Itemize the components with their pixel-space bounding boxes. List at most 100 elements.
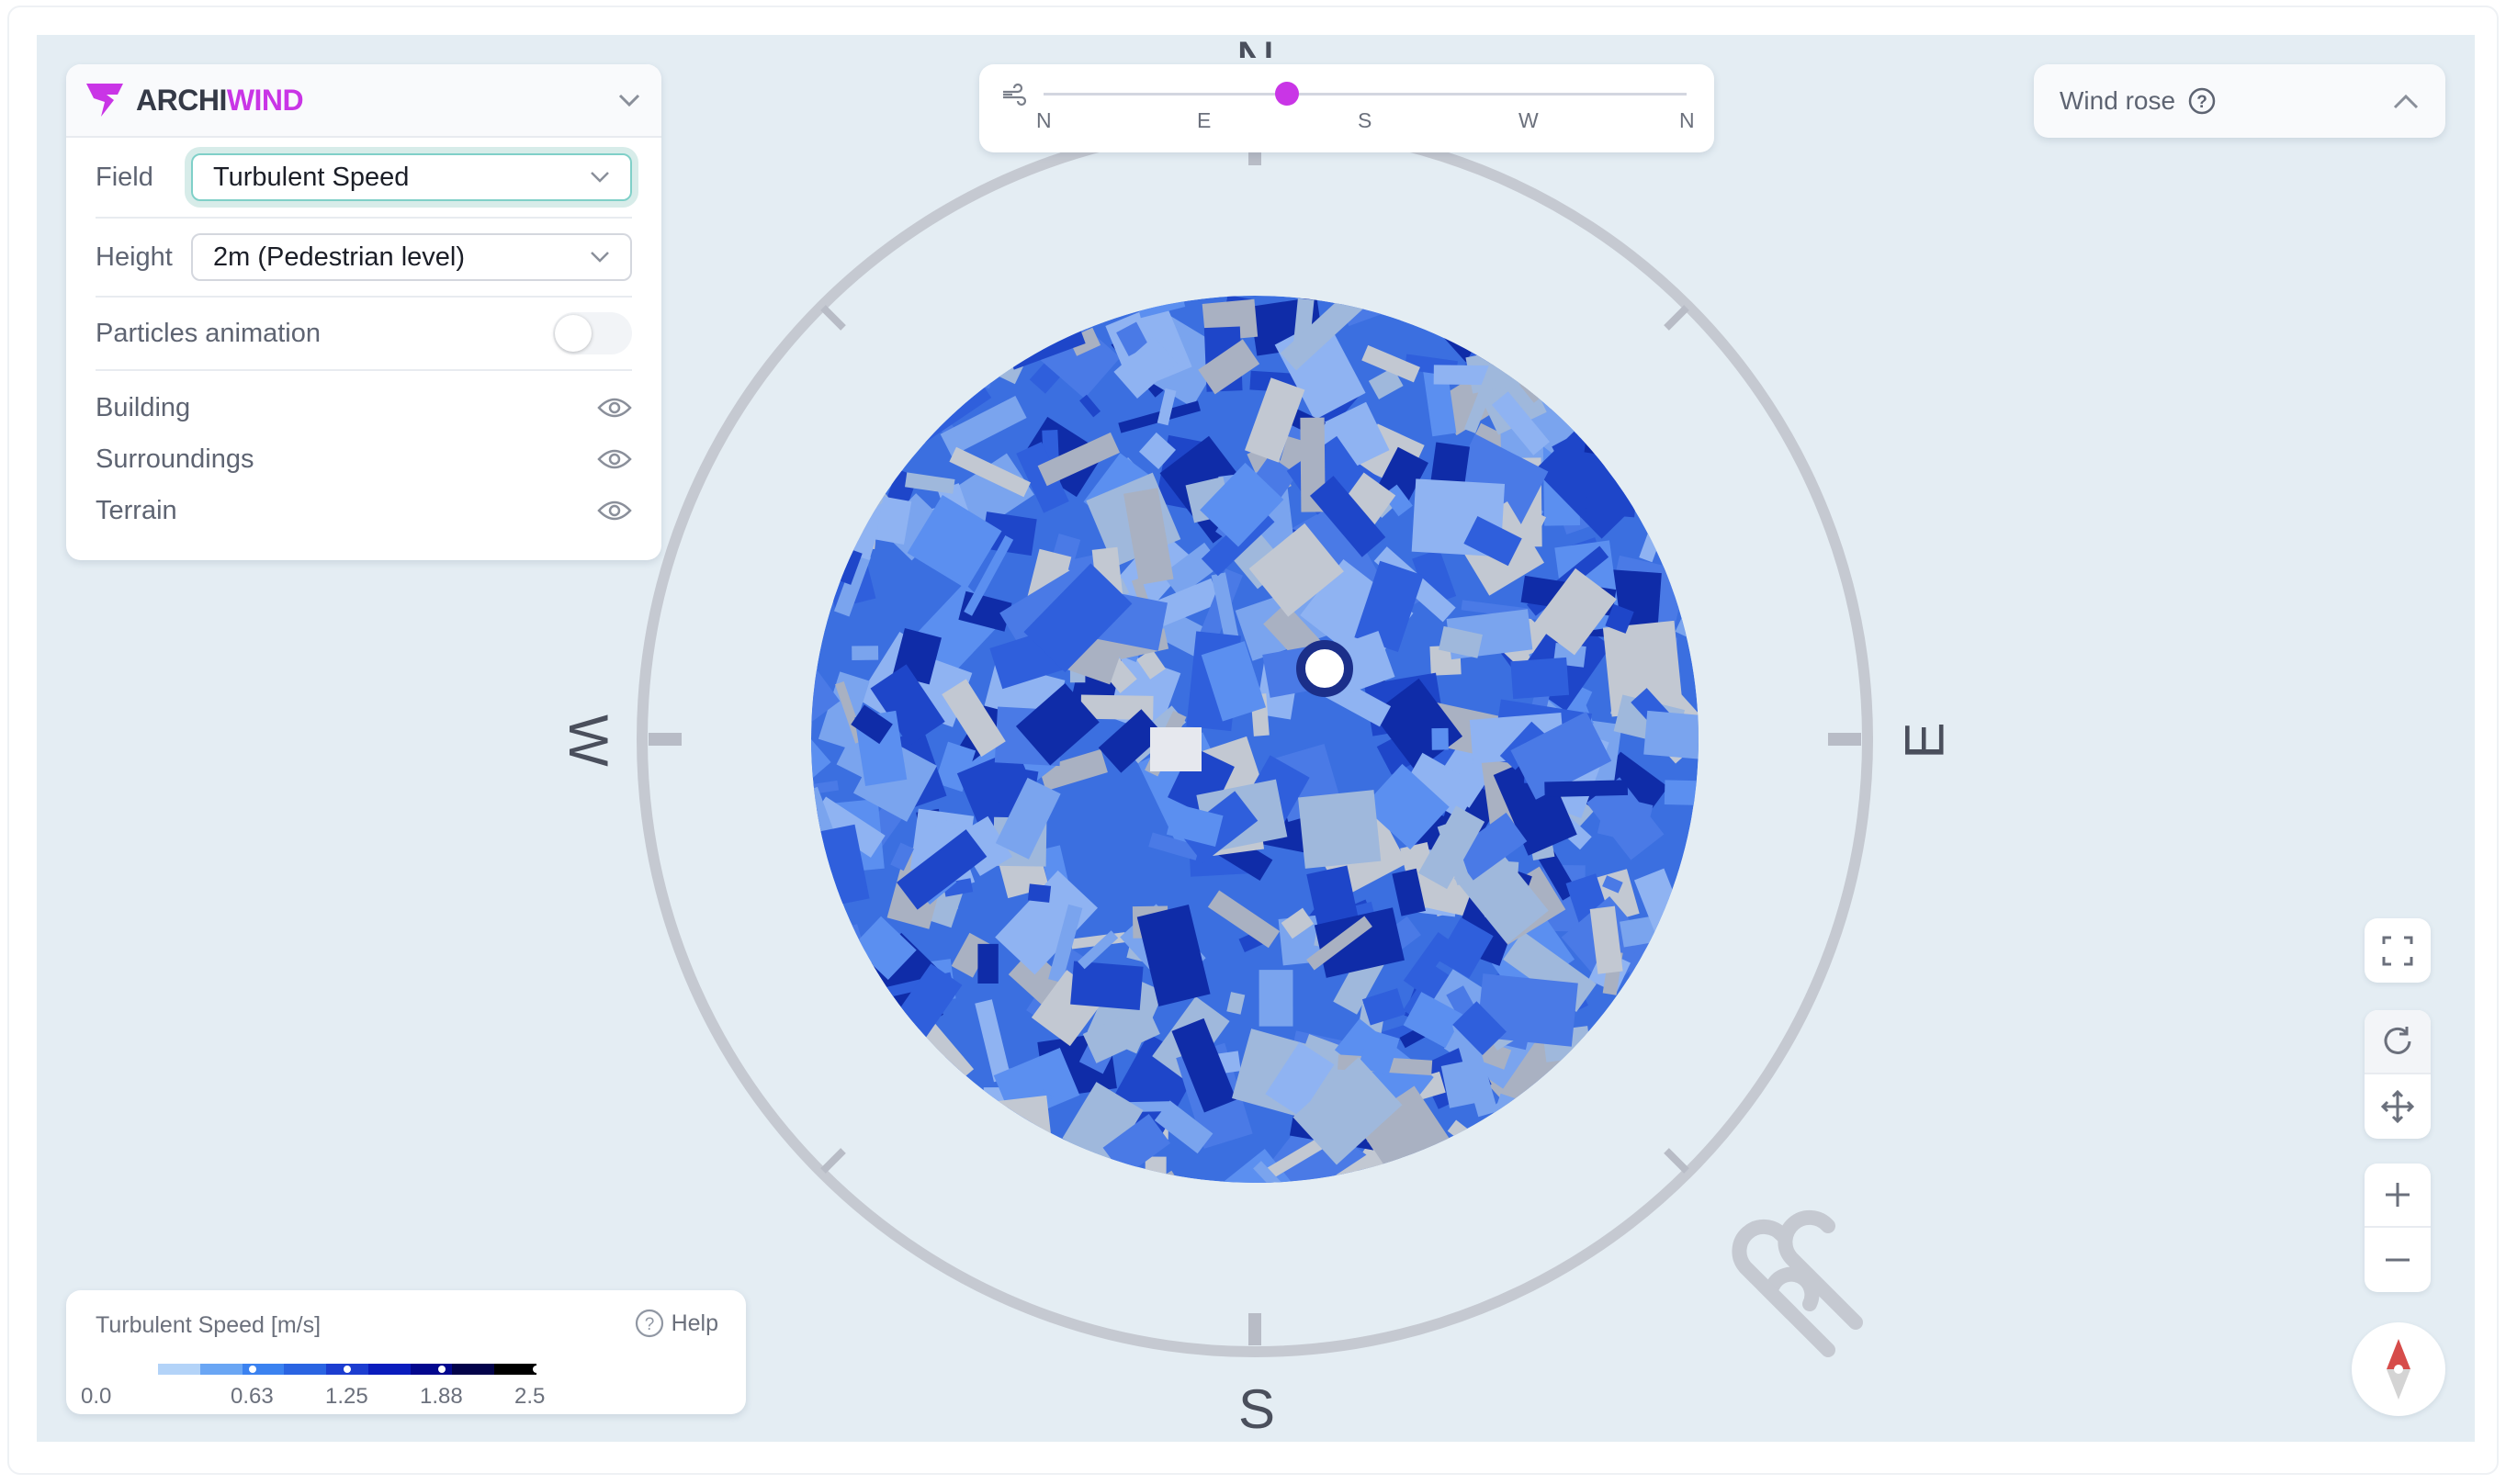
rotate-icon [2384, 1027, 2411, 1054]
map-building [829, 1051, 907, 1135]
map-building [837, 416, 862, 438]
map-building [1364, 1160, 1393, 1183]
slider-track[interactable] [1044, 93, 1687, 96]
map-building [884, 325, 907, 411]
map-building [1544, 780, 1629, 798]
legend-color-step [452, 1364, 495, 1375]
map-building [834, 359, 883, 398]
map-building [935, 1127, 990, 1175]
map-building [858, 322, 927, 376]
eye-icon[interactable] [597, 499, 632, 523]
map-building [1648, 956, 1699, 1017]
map-building [950, 1146, 1023, 1183]
eye-icon[interactable] [597, 396, 632, 420]
map-building [866, 1070, 909, 1130]
slider-thumb[interactable] [1274, 82, 1299, 106]
legend-tick: 2.5 [514, 1384, 546, 1409]
map-building [1019, 1170, 1077, 1183]
compass-label-south: S [1238, 1378, 1276, 1440]
chevron-up-icon[interactable] [2392, 92, 2420, 110]
pan-button[interactable] [2365, 1074, 2431, 1139]
map-building [811, 362, 886, 454]
legend-tick: 1.88 [420, 1384, 463, 1409]
map-building [823, 409, 886, 459]
map-building [1555, 351, 1594, 388]
collapse-chevron-icon[interactable] [617, 88, 641, 112]
zoom-out-icon [2386, 1258, 2410, 1262]
legend-tick-dot [249, 1366, 256, 1373]
wind-rose-panel[interactable]: Wind rose ? [2034, 64, 2445, 138]
map-building [1447, 1119, 1515, 1176]
map-building [1618, 452, 1693, 510]
map-building [938, 342, 999, 389]
map-building [1615, 383, 1699, 454]
legend-color-step [199, 1364, 243, 1375]
svg-text:?: ? [2196, 93, 2207, 112]
height-label: Height [96, 242, 173, 272]
map-building [1259, 970, 1293, 1027]
map-building [959, 296, 990, 326]
map-building [1597, 398, 1638, 467]
map-building [1647, 351, 1699, 409]
chevron-down-icon [591, 172, 609, 183]
wind-field-map[interactable] [710, 259, 1751, 1266]
wind-direction-slider: NESWN [979, 64, 1714, 152]
map-building [977, 943, 999, 984]
map-building [1688, 476, 1699, 501]
map-building [864, 445, 888, 489]
map-building [1596, 1142, 1650, 1163]
map-building [1557, 1116, 1642, 1183]
particles-toggle[interactable] [553, 312, 632, 354]
map-building [1145, 1156, 1167, 1183]
slider-label: N [1036, 108, 1052, 132]
map-building [1431, 727, 1449, 750]
zoom-out-button[interactable] [2365, 1228, 2431, 1292]
slider-label: W [1518, 108, 1539, 132]
map-building [852, 316, 906, 368]
legend-tick: 0.63 [231, 1384, 274, 1409]
wind-icon [1003, 83, 1027, 107]
map-building [903, 296, 985, 372]
map-building [1545, 313, 1624, 385]
map-building [1532, 1087, 1559, 1137]
panel-header[interactable]: ARCHI WIND [66, 64, 661, 138]
map-building [1510, 657, 1570, 700]
north-arrow-icon [2387, 1339, 2410, 1400]
map-building [1530, 1110, 1592, 1165]
map-building [811, 497, 851, 565]
map-building [1515, 296, 1604, 376]
fullscreen-button[interactable] [2365, 918, 2431, 983]
legend-color-step [284, 1364, 327, 1375]
map-building [1586, 478, 1638, 518]
eye-icon[interactable] [597, 447, 632, 471]
legend-color-step [494, 1364, 537, 1375]
fullscreen-control [2365, 918, 2431, 983]
map-building [1614, 1013, 1689, 1078]
map-building [1616, 1077, 1699, 1161]
map-building [1374, 1165, 1445, 1183]
field-select[interactable]: Turbulent Speed [191, 153, 632, 201]
height-select[interactable]: 2m (Pedestrian level) [191, 233, 632, 281]
map-building [1027, 883, 1052, 903]
compass-label-west: W [557, 714, 619, 767]
map-building [1564, 1119, 1624, 1177]
map-building [1585, 296, 1672, 376]
color-legend: Turbulent Speed [m/s] ? Help 0.0 0.63 1.25… [66, 1290, 746, 1414]
map-building [1524, 1121, 1574, 1161]
map-building [1637, 347, 1667, 361]
legend-tick-dot [533, 1366, 540, 1373]
north-reset-button[interactable] [2352, 1322, 2445, 1416]
svg-text:?: ? [644, 1315, 654, 1334]
zoom-in-button[interactable] [2365, 1164, 2431, 1228]
map-building [811, 513, 818, 536]
map-building [1208, 1185, 1283, 1226]
legend-color-step [367, 1364, 411, 1375]
slider-label: S [1358, 108, 1372, 132]
rotate-button[interactable] [2365, 1010, 2431, 1074]
map-building [1657, 1072, 1693, 1106]
map-building [887, 332, 930, 374]
help-icon[interactable]: ? [2188, 87, 2216, 115]
map-building [811, 1058, 864, 1117]
help-button[interactable]: ? Help [635, 1309, 718, 1338]
map-building [1141, 1170, 1179, 1183]
